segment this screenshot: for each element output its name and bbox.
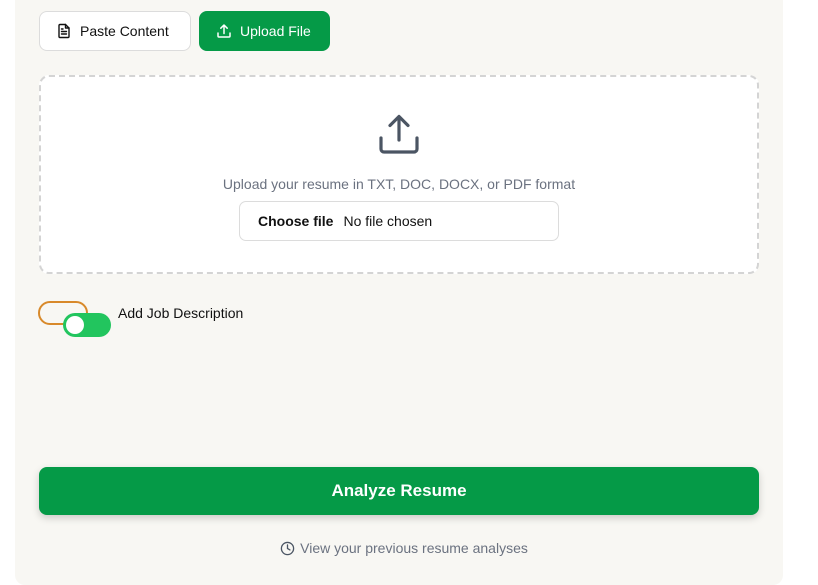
choose-file-button[interactable]: Choose file	[258, 213, 333, 229]
history-link[interactable]: View your previous resume analyses	[0, 540, 818, 556]
upload-icon	[376, 111, 422, 157]
file-status: No file chosen	[343, 213, 433, 229]
clock-icon	[280, 541, 295, 556]
history-link-label: View your previous resume analyses	[300, 540, 528, 556]
toggle-knob	[66, 316, 84, 334]
file-dropzone[interactable]: Upload your resume in TXT, DOC, DOCX, or…	[39, 75, 759, 274]
history-link-content[interactable]: View your previous resume analyses	[280, 540, 528, 556]
document-icon	[56, 23, 72, 39]
input-mode-tabs: Paste Content Upload File	[39, 11, 330, 51]
job-description-label[interactable]: Add Job Description	[118, 305, 243, 321]
tab-paste-content[interactable]: Paste Content	[39, 11, 191, 51]
analyze-resume-button[interactable]: Analyze Resume	[39, 467, 759, 515]
resume-file-input[interactable]: Choose file No file chosen	[239, 201, 559, 241]
upload-icon	[216, 23, 232, 39]
tab-upload-file[interactable]: Upload File	[199, 11, 330, 51]
job-description-toggle[interactable]	[38, 301, 114, 339]
upload-hint: Upload your resume in TXT, DOC, DOCX, or…	[222, 176, 576, 192]
tab-upload-label: Upload File	[240, 23, 311, 39]
tab-paste-label: Paste Content	[80, 23, 169, 39]
